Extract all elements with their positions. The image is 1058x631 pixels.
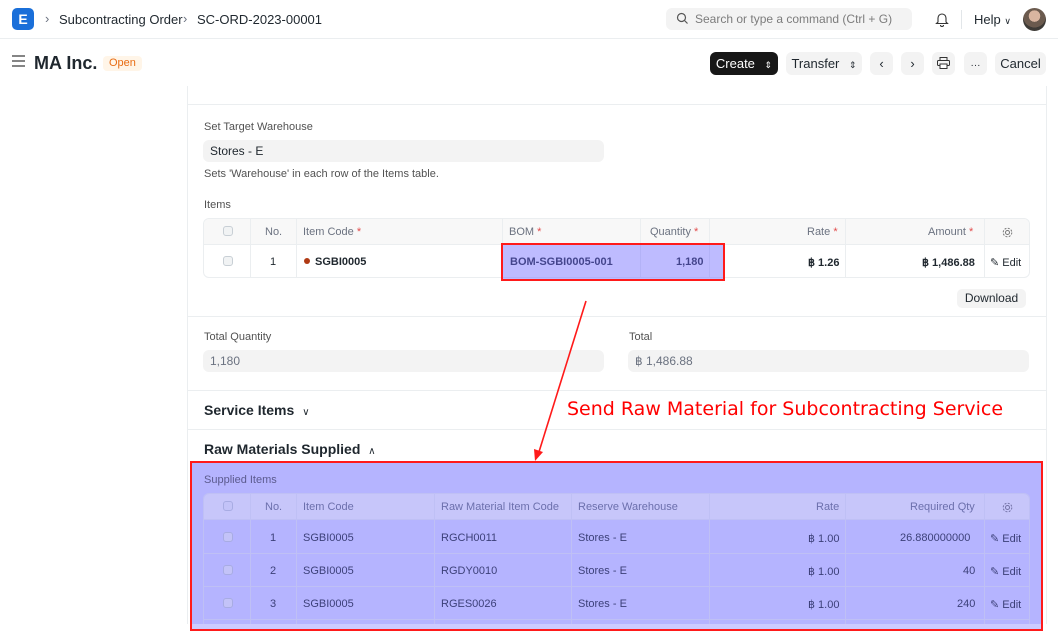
annotation-text: Send Raw Material for Subcontracting Ser… xyxy=(567,398,1004,420)
annotation-arrow xyxy=(534,300,587,461)
